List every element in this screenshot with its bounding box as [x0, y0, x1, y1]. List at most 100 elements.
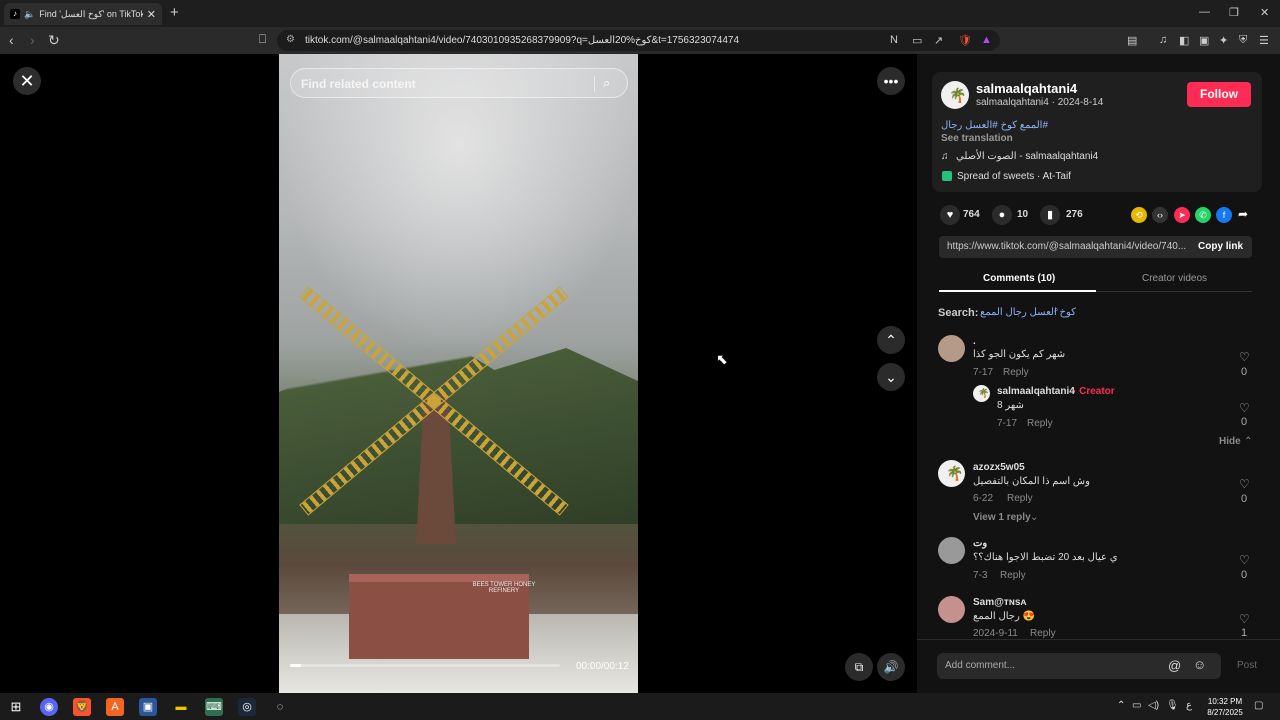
search-icon: ⌕: [1054, 305, 1059, 314]
network-icon[interactable]: ▭: [1132, 700, 1141, 711]
comment-user[interactable]: وت: [973, 538, 987, 549]
heart-icon[interactable]: ♡: [1239, 477, 1250, 491]
app-icon[interactable]: ▣: [139, 698, 157, 716]
reply-button[interactable]: Reply: [1027, 418, 1053, 429]
back-icon[interactable]: ‹: [9, 32, 14, 48]
heart-icon[interactable]: ♡: [1239, 401, 1250, 415]
translate-icon[interactable]: N: [890, 34, 898, 46]
send-to-friends-icon[interactable]: ➤: [1174, 207, 1190, 223]
reply-button[interactable]: Reply: [1030, 628, 1056, 639]
like-icon[interactable]: ♥: [940, 205, 960, 225]
comment-user[interactable]: salmaalqahtani4: [997, 386, 1075, 397]
brave-icon[interactable]: 🦁: [73, 698, 91, 716]
forward-icon[interactable]: ›: [30, 32, 35, 48]
bookmark-icon[interactable]: ⎕: [259, 32, 266, 47]
clock-time: 10:32 PM: [1207, 697, 1243, 706]
close-video-button[interactable]: ✕: [13, 67, 41, 95]
steam-icon[interactable]: ◎: [238, 698, 256, 716]
comment-icon[interactable]: ●: [992, 205, 1012, 225]
tab-creator-videos[interactable]: Creator videos: [1142, 273, 1207, 284]
tab-comments[interactable]: Comments (10): [983, 273, 1055, 284]
emoji-icon[interactable]: ☺: [1193, 657, 1206, 672]
mention-icon[interactable]: @: [1168, 658, 1181, 673]
clock[interactable]: 10:32 PM 8/27/2025: [1200, 696, 1250, 718]
wallet-icon[interactable]: ▣: [1199, 34, 1209, 47]
volume-icon[interactable]: ◁): [1148, 700, 1159, 711]
repost-icon[interactable]: ⟲: [1131, 207, 1147, 223]
windows-start-icon[interactable]: ⊞: [7, 698, 25, 716]
vpn-icon[interactable]: ⛨: [1239, 34, 1247, 47]
restore-button[interactable]: ❐: [1229, 6, 1239, 19]
previous-video-button[interactable]: ⌃: [877, 326, 905, 354]
reload-icon[interactable]: ↻: [48, 32, 60, 49]
speaker-icon[interactable]: 🔈: [24, 9, 35, 20]
comment-user[interactable]: .: [973, 336, 976, 347]
find-related-search[interactable]: Find related content ⌕: [290, 68, 628, 98]
notification-icon[interactable]: ▢: [1254, 700, 1263, 711]
heart-icon[interactable]: ♡: [1239, 553, 1250, 567]
reader-mode-icon[interactable]: ▤: [1127, 34, 1137, 47]
search-label-query[interactable]: كوخ العسل رجال الممع: [980, 307, 1076, 318]
hide-replies-button[interactable]: Hide: [1219, 436, 1241, 447]
heart-icon[interactable]: ♡: [1239, 612, 1250, 626]
follow-button[interactable]: Follow: [1187, 82, 1251, 107]
copy-link-button[interactable]: Copy link: [1198, 241, 1243, 252]
reply-button[interactable]: Reply: [1007, 493, 1033, 504]
caption-hashtags[interactable]: #الممع كوخ #العسل رجال: [941, 120, 1048, 131]
media-icon[interactable]: ♫: [1159, 34, 1167, 46]
app-icon[interactable]: A: [106, 698, 124, 716]
menu-icon[interactable]: ☰: [1259, 34, 1269, 47]
avatar[interactable]: 🌴: [973, 385, 990, 402]
avatar[interactable]: [938, 596, 965, 623]
language-indicator[interactable]: ع: [1186, 700, 1192, 711]
add-comment-input[interactable]: Add comment... @ ☺: [937, 653, 1221, 679]
avatar[interactable]: 🌴: [938, 460, 965, 487]
close-window-button[interactable]: ✕: [1260, 6, 1269, 19]
file-explorer-icon[interactable]: ▬: [172, 698, 190, 716]
sidebar-icon[interactable]: ◧: [1179, 34, 1189, 47]
brave-shield-icon[interactable]: 🛡: [958, 34, 972, 47]
volume-icon[interactable]: 🔊: [877, 653, 905, 681]
comment-date: 6-22: [973, 493, 994, 504]
post-button[interactable]: Post: [1237, 660, 1257, 671]
view-replies-button[interactable]: View 1 reply: [973, 512, 1031, 523]
floating-player-icon[interactable]: ⧉: [845, 653, 873, 681]
sound-name[interactable]: الصوت الأصلي - salmaalqahtani4: [956, 151, 1098, 162]
whatsapp-icon[interactable]: ✆: [1195, 207, 1211, 223]
app-icon[interactable]: ◌: [271, 698, 289, 716]
location-name[interactable]: Spread of sweets · At-Taif: [957, 171, 1071, 182]
search-icon[interactable]: ⌕: [603, 75, 610, 91]
comment-placeholder: Add comment...: [945, 660, 1016, 671]
brave-rewards-icon[interactable]: ▲: [981, 34, 992, 46]
share-more-icon[interactable]: ➦: [1238, 207, 1248, 221]
see-translation-link[interactable]: See translation: [941, 133, 1013, 144]
minimize-button[interactable]: —: [1199, 6, 1210, 18]
site-info-icon[interactable]: ⚙: [286, 34, 295, 45]
discord-icon[interactable]: ◉: [40, 698, 58, 716]
tray-chevron-icon[interactable]: ⌃: [1117, 700, 1125, 711]
new-tab-button[interactable]: +: [170, 4, 179, 21]
facebook-icon[interactable]: f: [1216, 207, 1232, 223]
author-avatar[interactable]: 🌴: [941, 81, 969, 109]
reply-button[interactable]: Reply: [1000, 570, 1026, 581]
embed-icon[interactable]: ‹›: [1152, 207, 1168, 223]
heart-icon[interactable]: ♡: [1239, 350, 1250, 364]
video-player[interactable]: BEES TOWER HONEY REFINERY: [279, 54, 638, 693]
browser-tab[interactable]: ♪ 🔈 Find 'كوخ العسل' on TikTok | T ✕: [4, 3, 162, 25]
comment-user[interactable]: Sam@ᴛɴsᴀ: [973, 597, 1026, 608]
more-options-icon[interactable]: •••: [877, 67, 905, 95]
close-tab-icon[interactable]: ✕: [147, 8, 156, 21]
microphone-icon[interactable]: 🎙: [1166, 700, 1179, 711]
avatar[interactable]: [938, 537, 965, 564]
cast-icon[interactable]: ▭: [912, 34, 922, 47]
comment-user[interactable]: azozx5w05: [973, 462, 1025, 473]
next-video-button[interactable]: ⌄: [877, 363, 905, 391]
leo-ai-icon[interactable]: ✦: [1219, 34, 1228, 47]
avatar[interactable]: [938, 335, 965, 362]
video-progress-bar[interactable]: [290, 664, 560, 667]
reply-button[interactable]: Reply: [1003, 367, 1029, 378]
app-icon[interactable]: ⌨: [205, 698, 223, 716]
author-username[interactable]: salmaalqahtani4: [976, 81, 1077, 96]
share-page-icon[interactable]: ↗: [934, 34, 943, 47]
bookmark-icon[interactable]: ▮: [1040, 205, 1060, 225]
